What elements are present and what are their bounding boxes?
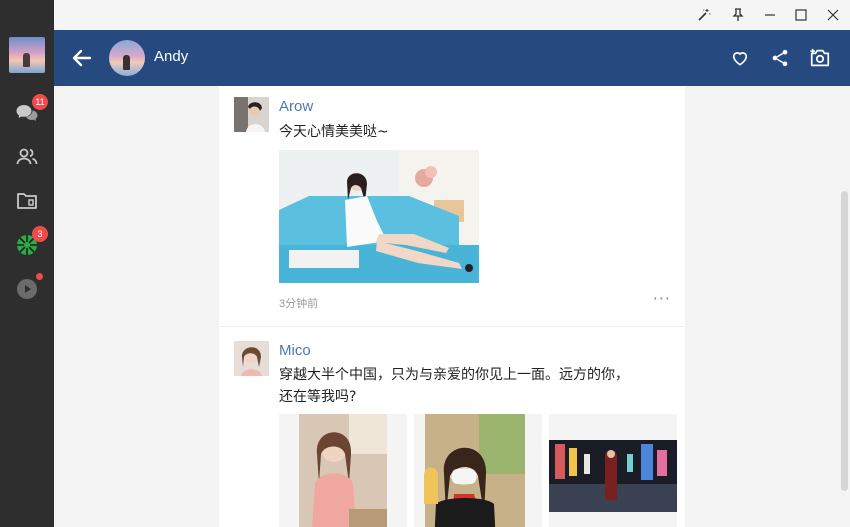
- sidebar-item-chats[interactable]: 11: [14, 94, 48, 126]
- sidebar-item-video[interactable]: [14, 273, 43, 302]
- post-photo-grid: [279, 414, 677, 527]
- maximize-icon: [795, 9, 807, 21]
- minimize-icon: [765, 14, 775, 16]
- scrollbar-thumb[interactable]: [841, 191, 848, 491]
- post-time: 3分钟前: [279, 298, 319, 310]
- profile-header: Andy: [54, 30, 850, 86]
- heart-icon: [732, 52, 748, 66]
- post-photo-thumbnail[interactable]: [414, 414, 542, 527]
- feed-scrollbar[interactable]: [838, 86, 850, 527]
- post-photo-thumbnail[interactable]: [279, 414, 407, 527]
- post-author-name[interactable]: Mico: [279, 342, 311, 359]
- post-author-avatar[interactable]: [234, 97, 269, 132]
- post-text: 穿越大半个中国，只为与亲爱的你见上一面。远方的你， 还在等我吗?: [279, 364, 659, 408]
- sidebar-item-contacts[interactable]: [14, 144, 40, 170]
- moments-feed: Arow 今天心情美美哒~ 3分钟前 ··· Mico 穿越大半个中国，只为与亲…: [219, 86, 685, 527]
- post-photo[interactable]: [279, 150, 479, 283]
- post-author-avatar[interactable]: [234, 341, 269, 376]
- pin-button[interactable]: [728, 5, 748, 25]
- sidebar-item-files[interactable]: [14, 188, 40, 214]
- user-avatar[interactable]: [9, 37, 45, 73]
- feed-post: Arow 今天心情美美哒~ 3分钟前 ···: [219, 86, 685, 326]
- folder-icon: [17, 193, 37, 209]
- share-icon: [772, 49, 788, 67]
- post-text-line: 还在等我吗?: [279, 389, 357, 405]
- moments-badge: 3: [32, 226, 48, 242]
- post-more-button[interactable]: ···: [653, 289, 671, 308]
- video-icon: [17, 279, 37, 299]
- camera-icon: [810, 48, 830, 67]
- magic-wand-button[interactable]: [694, 5, 714, 25]
- minimize-button[interactable]: [760, 5, 780, 25]
- chats-unread-badge: 11: [32, 94, 48, 110]
- share-button[interactable]: [768, 46, 792, 70]
- header-username: Andy: [154, 48, 189, 65]
- left-sidebar: 11 3: [0, 0, 54, 527]
- title-bar: [54, 0, 850, 30]
- camera-button[interactable]: [808, 46, 832, 70]
- header-avatar[interactable]: [109, 40, 145, 76]
- post-text-line: 穿越大半个中国，只为与亲爱的你见上一面。远方的你，: [279, 367, 629, 383]
- maximize-button[interactable]: [791, 5, 811, 25]
- contacts-icon: [16, 148, 38, 165]
- post-text: 今天心情美美哒~: [279, 124, 389, 140]
- sidebar-item-moments[interactable]: 3: [14, 226, 48, 258]
- close-icon: [827, 9, 839, 21]
- close-button[interactable]: [823, 5, 843, 25]
- pin-icon: [732, 8, 744, 21]
- magic-wand-icon: [698, 9, 711, 21]
- video-new-dot: [36, 273, 43, 280]
- back-arrow-icon[interactable]: [70, 46, 94, 70]
- like-button[interactable]: [728, 46, 752, 70]
- post-photo-thumbnail[interactable]: [549, 414, 677, 527]
- post-author-name[interactable]: Arow: [279, 98, 313, 115]
